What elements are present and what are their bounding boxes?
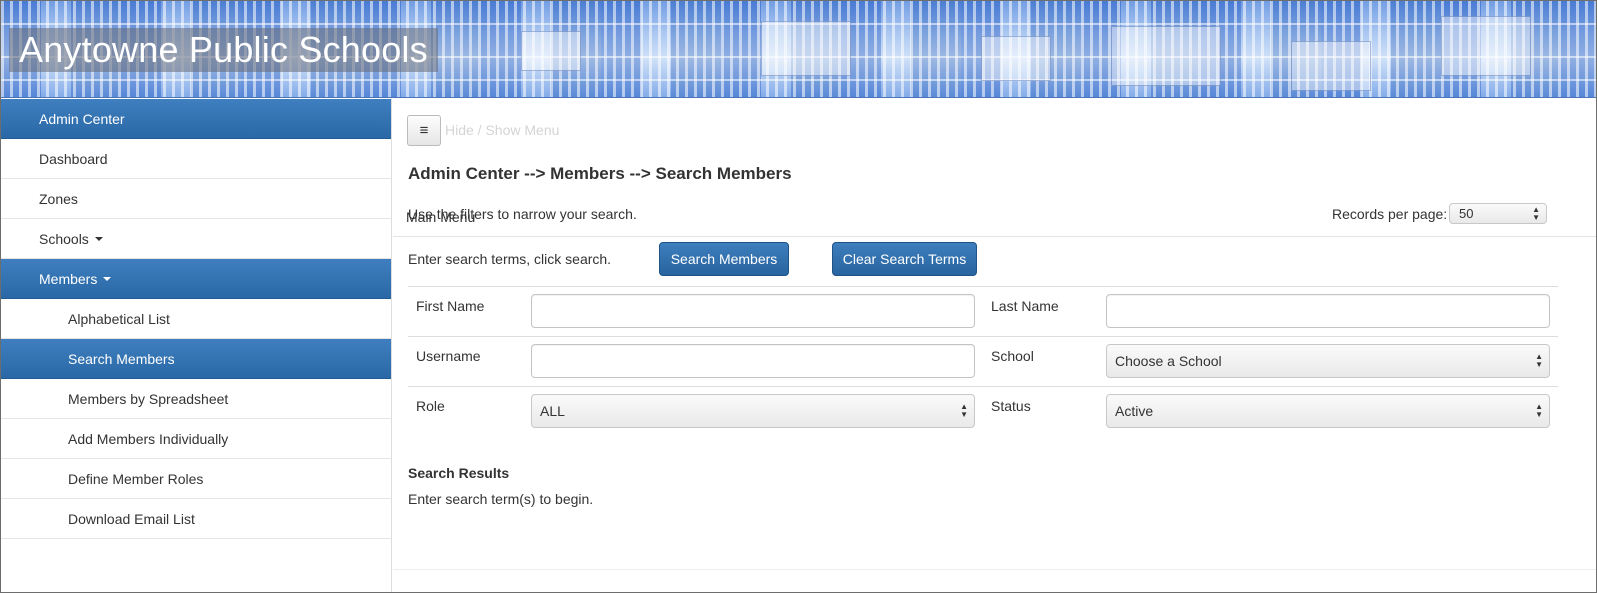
select-arrows-icon: ▲ ▼ [1535, 402, 1543, 419]
status-label: Status [991, 398, 1031, 414]
sidebar-item-label: Dashboard [39, 150, 108, 167]
sidebar-item-label: Schools [39, 230, 89, 247]
sidebar-item-dashboard[interactable]: Dashboard [1, 139, 391, 179]
sidebar-item-label: Search Members [68, 350, 175, 367]
status-select-value: Active [1115, 403, 1154, 419]
site-title: Anytowne Public Schools [19, 29, 428, 70]
form-row: First Name Last Name [408, 286, 1558, 336]
sidebar-item-label: Members [39, 270, 98, 287]
main-content: ≡ Hide / Show Menu Admin Center --> Memb… [393, 99, 1596, 592]
form-row: Role ALL ▲ ▼ Status Active ▲ ▼ [408, 386, 1558, 436]
sidebar-item-admin-center[interactable]: Admin Center [1, 99, 391, 139]
sidebar-item-label: Members by Spreadsheet [68, 390, 229, 407]
app-window: Anytowne Public Schools Main Menu Admin … [0, 0, 1597, 593]
role-select[interactable]: ALL ▲ ▼ [531, 394, 975, 428]
clear-search-terms-button[interactable]: Clear Search Terms [832, 242, 977, 276]
caret-down-icon [103, 276, 112, 281]
sidebar-item-label: Define Member Roles [68, 470, 204, 487]
sidebar-item-label: Download Email List [68, 510, 195, 527]
filter-hint: Use the filters to narrow your search. [408, 206, 637, 222]
records-per-page-label: Records per page: [1332, 206, 1448, 222]
sidebar-item-zones[interactable]: Zones [1, 179, 391, 219]
sidebar-item-members-by-spreadsheet[interactable]: Members by Spreadsheet [1, 379, 391, 419]
role-label: Role [416, 398, 445, 414]
school-select-value: Choose a School [1115, 353, 1222, 369]
sidebar-item-label: Admin Center [39, 110, 125, 127]
menu-toggle-label[interactable]: Hide / Show Menu [445, 122, 559, 138]
status-select[interactable]: Active ▲ ▼ [1106, 394, 1550, 428]
search-results-heading: Search Results [408, 465, 510, 481]
school-select[interactable]: Choose a School ▲ ▼ [1106, 344, 1550, 378]
select-arrows-icon: ▲ ▼ [960, 402, 968, 419]
sidebar-item-label: Alphabetical List [68, 310, 170, 327]
site-title-box: Anytowne Public Schools [9, 28, 438, 72]
records-per-page-select[interactable]: 50 ▲ ▼ [1449, 203, 1547, 224]
last-name-input[interactable] [1106, 294, 1550, 328]
search-results-message: Enter search term(s) to begin. [408, 491, 594, 507]
search-hint: Enter search terms, click search. [408, 251, 612, 267]
header-banner: Anytowne Public Schools [1, 1, 1596, 98]
sidebar-item-download-email-list[interactable]: Download Email List [1, 499, 391, 539]
menu-toggle-button[interactable]: ≡ [407, 115, 441, 146]
hamburger-icon: ≡ [419, 122, 429, 139]
caret-down-icon [94, 236, 103, 241]
search-form: First Name Last Name Username School Cho… [408, 286, 1558, 436]
school-label: School [991, 348, 1034, 364]
username-label: Username [416, 348, 481, 364]
page-title: Admin Center --> Members --> Search Memb… [408, 164, 792, 183]
first-name-input[interactable] [531, 294, 975, 328]
sidebar-item-add-members-individually[interactable]: Add Members Individually [1, 419, 391, 459]
last-name-label: Last Name [991, 298, 1059, 314]
search-members-button[interactable]: Search Members [659, 242, 789, 276]
select-arrows-icon: ▲ ▼ [1532, 204, 1540, 222]
select-arrows-icon: ▲ ▼ [1535, 352, 1543, 369]
sidebar: Main Menu Admin Center Dashboard Zones S… [1, 99, 1596, 592]
sidebar-item-members[interactable]: Members [1, 259, 391, 299]
first-name-label: First Name [416, 298, 485, 314]
divider [393, 569, 1596, 570]
sidebar-item-alphabetical-list[interactable]: Alphabetical List [1, 299, 391, 339]
sidebar-item-label: Zones [39, 190, 78, 207]
role-select-value: ALL [540, 403, 565, 419]
sidebar-item-label: Add Members Individually [68, 430, 229, 447]
sidebar-item-define-member-roles[interactable]: Define Member Roles [1, 459, 391, 499]
sidebar-item-schools[interactable]: Schools [1, 219, 391, 259]
records-per-page-value: 50 [1459, 206, 1474, 221]
form-row: Username School Choose a School ▲ ▼ [408, 336, 1558, 386]
username-input[interactable] [531, 344, 975, 378]
sidebar-item-search-members[interactable]: Search Members [1, 339, 391, 379]
